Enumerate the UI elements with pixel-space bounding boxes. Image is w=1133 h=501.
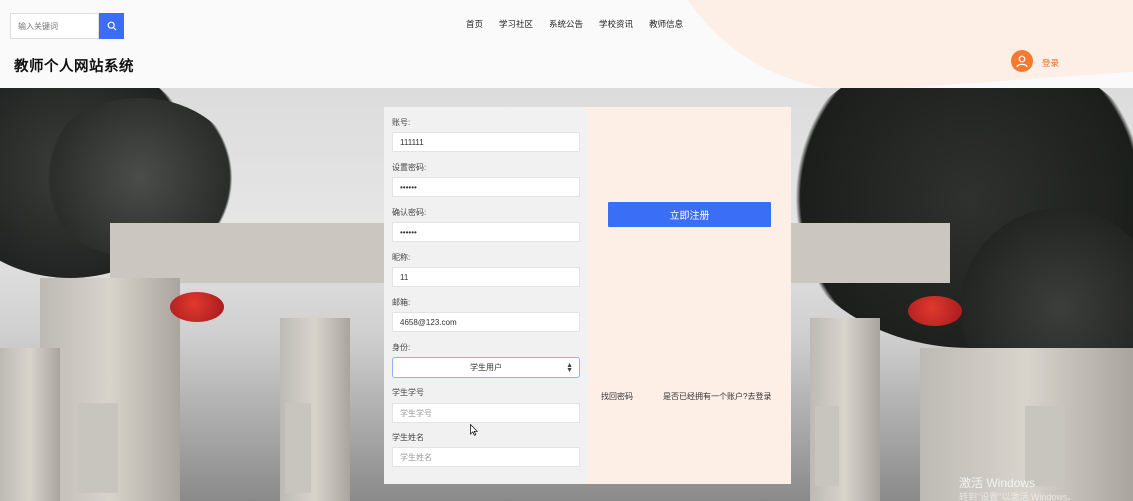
windows-activation-watermark: 激活 Windows [959, 476, 1036, 490]
register-form: 账号: 111111 设置密码: •••••• 确认密码: •••••• 昵称:… [384, 107, 588, 484]
site-header: 首页 学习社区 系统公告 学校资讯 教师信息 教师个人网站系统 登录 [0, 0, 1133, 88]
email-input[interactable]: 4658@123.com [392, 312, 580, 332]
nav-item-home[interactable]: 首页 [466, 18, 483, 30]
user-avatar-icon[interactable] [1011, 50, 1033, 72]
confirm-password-label: 确认密码: [392, 208, 427, 217]
nav-item-community[interactable]: 学习社区 [499, 18, 533, 30]
nickname-label: 昵称: [392, 253, 411, 262]
identity-select[interactable]: 学生用户 ▲ ▼ [392, 357, 580, 378]
confirm-password-input[interactable]: •••••• [392, 222, 580, 242]
nav-item-school-news[interactable]: 学校资讯 [599, 18, 633, 30]
student-id-label: 学生学号 [392, 388, 424, 397]
site-title: 教师个人网站系统 [14, 59, 134, 75]
top-nav: 首页 学习社区 系统公告 学校资讯 教师信息 [466, 18, 683, 30]
goto-login-link[interactable]: 是否已经拥有一个账户?去登录 [663, 391, 771, 402]
email-label: 邮箱: [392, 298, 411, 307]
account-input[interactable]: 111111 [392, 132, 580, 152]
identity-selected-value: 学生用户 [470, 363, 502, 372]
register-actions-area [588, 107, 791, 484]
password-input[interactable]: •••••• [392, 177, 580, 197]
login-link[interactable]: 登录 [1042, 57, 1059, 69]
student-id-input[interactable]: 学生学号 [392, 403, 580, 423]
windows-activation-hint: 转到"设置"以激活 Windows。 [959, 492, 1077, 501]
register-panel: 账号: 111111 设置密码: •••••• 确认密码: •••••• 昵称:… [384, 107, 791, 484]
header-decoration [653, 0, 1133, 88]
search-button[interactable] [99, 13, 124, 39]
student-name-label: 学生姓名 [392, 433, 424, 442]
password-label: 设置密码: [392, 163, 427, 172]
identity-label: 身份: [392, 343, 411, 352]
nav-item-teacher-info[interactable]: 教师信息 [649, 18, 683, 30]
find-password-link[interactable]: 找回密码 [601, 391, 633, 402]
mouse-cursor-icon [470, 424, 478, 436]
account-label: 账号: [392, 118, 411, 127]
student-name-input[interactable]: 学生姓名 [392, 447, 580, 467]
search-icon [107, 21, 116, 31]
search-input[interactable] [10, 13, 99, 39]
nav-item-announcements[interactable]: 系统公告 [549, 18, 583, 30]
nickname-input[interactable]: 11 [392, 267, 580, 287]
select-arrows-icon: ▲ ▼ [566, 362, 573, 374]
register-button[interactable]: 立即注册 [608, 202, 771, 227]
